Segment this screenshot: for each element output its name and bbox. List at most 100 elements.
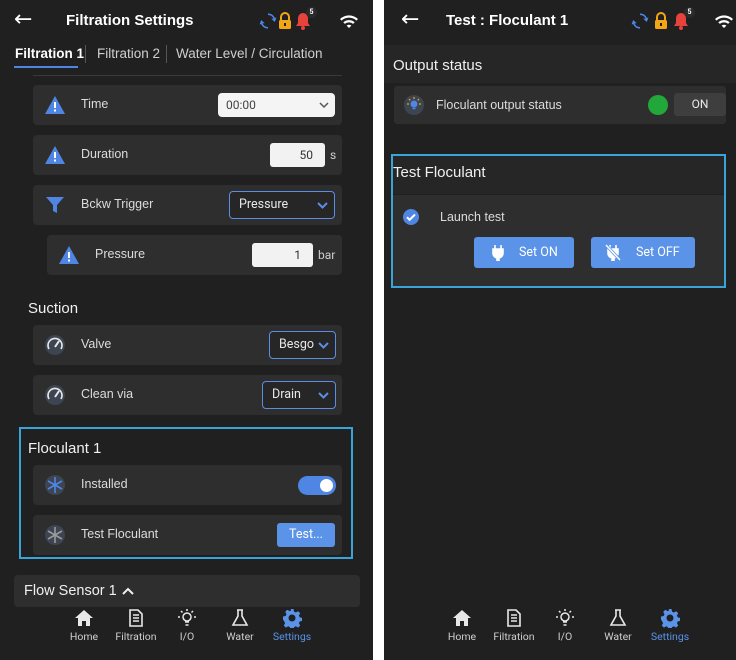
gear-icon	[661, 609, 680, 628]
flask-icon	[609, 609, 627, 626]
test-floculant-title: Test Floculant	[393, 164, 486, 181]
bckw-trigger-select[interactable]: Pressure	[229, 191, 335, 219]
notification-badge: 5	[684, 7, 695, 18]
installed-toggle[interactable]	[298, 476, 336, 495]
nav-home[interactable]: Home	[54, 608, 114, 643]
warning-triangle-icon	[45, 96, 65, 114]
set-off-button[interactable]: Set OFF	[591, 237, 695, 268]
test-floculant-label: Test Floculant	[81, 527, 159, 541]
warning-triangle-icon	[45, 146, 65, 164]
floculant-output-row: Floculant output status ON	[394, 86, 726, 124]
bottom-nav: Home Filtration I/O Water Settings	[0, 600, 373, 660]
bottom-nav: Home Filtration I/O Water Settings	[384, 600, 736, 660]
divider	[33, 75, 342, 76]
home-icon	[75, 610, 93, 626]
test-floculant-header: Test Floculant	[393, 156, 724, 194]
flow-sensor-title: Flow Sensor 1	[24, 583, 117, 599]
nav-io-label: I/O	[557, 630, 573, 643]
nav-settings[interactable]: Settings	[262, 608, 322, 643]
nav-water-label: Water	[604, 630, 632, 643]
lightbulb-icon	[178, 609, 196, 626]
time-row: Time 00:00	[33, 85, 342, 125]
test-floculant-row: Test Floculant Test...	[33, 515, 342, 555]
nav-water[interactable]: Water	[210, 608, 270, 643]
valve-select[interactable]: Besgo	[269, 331, 336, 359]
top-bar: ← Filtration Settings 5	[0, 0, 373, 42]
set-on-label: Set ON	[519, 245, 558, 260]
chevron-down-icon	[318, 392, 329, 399]
tab-filtration-2[interactable]: Filtration 2	[97, 46, 160, 61]
clean-via-value: Drain	[272, 387, 301, 402]
lock-icon[interactable]	[275, 10, 295, 32]
wifi-icon	[340, 15, 358, 28]
chevron-down-icon	[318, 342, 329, 349]
set-on-button[interactable]: Set ON	[474, 237, 574, 268]
nav-settings[interactable]: Settings	[640, 608, 700, 643]
check-circle-icon	[403, 209, 419, 225]
top-bar: ← Test : Floculant 1 5	[384, 0, 736, 42]
nav-io[interactable]: I/O	[535, 608, 595, 643]
suction-heading: Suction	[28, 300, 79, 317]
filtration-icon	[129, 609, 143, 627]
time-select[interactable]: 00:00	[218, 93, 335, 117]
output-status-title: Output status	[393, 57, 483, 74]
duration-unit: s	[330, 148, 337, 162]
nav-water[interactable]: Water	[588, 608, 648, 643]
lock-icon[interactable]	[651, 10, 671, 32]
pressure-unit: bar	[318, 248, 336, 262]
tab-bar: Filtration 1 Filtration 2 Water Level / …	[0, 42, 373, 68]
nav-io-label: I/O	[179, 630, 195, 643]
launch-test-label: Launch test	[440, 210, 505, 224]
status-led	[648, 95, 668, 115]
back-arrow-icon[interactable]: ←	[14, 7, 32, 33]
active-tab-indicator	[14, 66, 78, 68]
duration-label: Duration	[81, 147, 129, 161]
gear-icon	[283, 609, 302, 628]
nav-water-label: Water	[226, 630, 254, 643]
valve-value: Besgo	[279, 337, 315, 352]
back-arrow-icon[interactable]: ←	[401, 7, 419, 33]
plug-off-icon	[605, 244, 621, 261]
output-state-badge: ON	[674, 93, 726, 116]
valve-label: Valve	[81, 337, 112, 351]
nav-home[interactable]: Home	[432, 608, 492, 643]
floculant-output-label: Floculant output status	[436, 98, 562, 112]
tab-divider	[85, 45, 86, 63]
pressure-input[interactable]: 1	[252, 243, 313, 267]
sync-icon[interactable]	[630, 10, 650, 32]
duration-input[interactable]: 50	[270, 143, 325, 167]
bell-icon[interactable]: 5	[671, 7, 695, 32]
clean-via-label: Clean via	[81, 387, 134, 401]
output-status-header: Output status	[384, 45, 736, 83]
plug-icon	[492, 245, 504, 261]
nav-settings-label: Settings	[272, 630, 312, 643]
clean-via-select[interactable]: Drain	[262, 381, 336, 409]
nav-settings-label: Settings	[650, 630, 690, 643]
duration-row: Duration 50 s	[33, 135, 342, 175]
nav-home-label: Home	[447, 630, 477, 643]
gauge-icon	[45, 335, 65, 355]
tab-water-level-circulation[interactable]: Water Level / Circulation	[176, 46, 323, 61]
bell-icon[interactable]: 5	[293, 7, 317, 32]
warning-triangle-icon	[59, 246, 79, 264]
time-label: Time	[81, 97, 109, 111]
chevron-up-icon	[122, 587, 134, 595]
nav-home-label: Home	[69, 630, 99, 643]
lightbulb-icon	[404, 95, 424, 115]
nav-filtration-label: Filtration	[493, 630, 535, 643]
chevron-down-icon	[319, 102, 329, 109]
nav-io[interactable]: I/O	[157, 608, 217, 643]
home-icon	[453, 610, 471, 626]
time-value: 00:00	[226, 98, 256, 112]
snowflake-icon	[45, 475, 65, 495]
page-title: Filtration Settings	[66, 12, 194, 29]
test-button[interactable]: Test...	[277, 523, 335, 547]
nav-filtration-label: Filtration	[115, 630, 157, 643]
pressure-row: Pressure 1 bar	[47, 235, 342, 275]
filtration-settings-screen: ← Filtration Settings 5 Filtration 1 Fil…	[0, 0, 373, 660]
floculant-heading: Floculant 1	[28, 440, 102, 457]
tab-filtration-1[interactable]: Filtration 1	[15, 46, 84, 61]
tab-divider	[166, 45, 167, 63]
valve-row: Valve Besgo	[33, 325, 342, 365]
installed-label: Installed	[81, 477, 128, 491]
